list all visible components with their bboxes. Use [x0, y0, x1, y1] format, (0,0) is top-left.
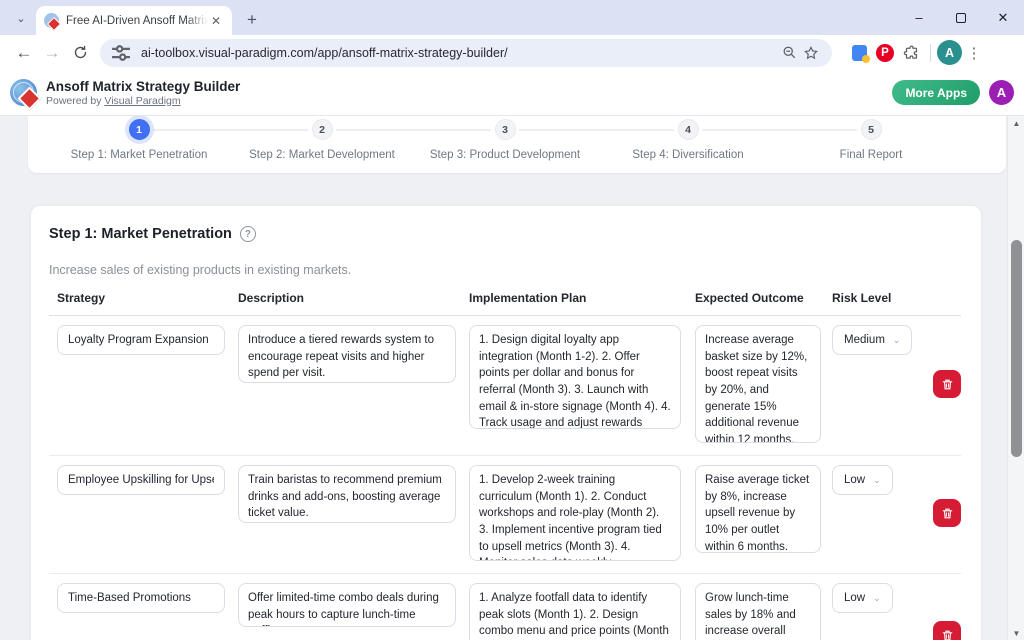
- browser-profile-avatar[interactable]: A: [937, 40, 962, 65]
- extensions-puzzle-icon[interactable]: [898, 40, 924, 66]
- app-user-avatar[interactable]: A: [989, 80, 1014, 105]
- table-header-row: Strategy Description Implementation Plan…: [49, 291, 961, 316]
- forward-button[interactable]: →: [38, 39, 66, 67]
- description-textarea[interactable]: Introduce a tiered rewards system to enc…: [238, 325, 456, 383]
- page-content: 1 Step 1: Market Penetration 2 Step 2: M…: [0, 116, 1024, 640]
- outcome-textarea[interactable]: Increase average basket size by 12%, boo…: [695, 325, 821, 443]
- chevron-down-icon: ⌄: [16, 12, 25, 25]
- description-textarea[interactable]: Offer limited-time combo deals during pe…: [238, 583, 456, 627]
- visual-paradigm-logo-icon: [10, 79, 37, 106]
- scrollbar-thumb[interactable]: [1011, 240, 1022, 457]
- bookmark-star-icon[interactable]: [800, 42, 822, 64]
- trash-icon: [941, 507, 954, 520]
- section-heading: Step 1: Market Penetration: [49, 226, 232, 242]
- implementation-textarea[interactable]: 1. Design digital loyalty app integratio…: [469, 325, 681, 429]
- strategy-input[interactable]: [57, 325, 225, 355]
- tab-title: Free AI-Driven Ansoff Matrix St: [66, 15, 208, 27]
- trash-icon: [941, 629, 954, 640]
- delete-row-button[interactable]: [933, 621, 961, 640]
- stepper-step-2[interactable]: 2 Step 2: Market Development: [222, 119, 422, 161]
- outcome-textarea[interactable]: Grow lunch-time sales by 18% and increas…: [695, 583, 821, 640]
- table-row: Offer limited-time combo deals during pe…: [49, 574, 961, 640]
- section-subtitle: Increase sales of existing products in e…: [49, 263, 963, 277]
- table-row: Train baristas to recommend premium drin…: [49, 456, 961, 574]
- delete-row-button[interactable]: [933, 370, 961, 398]
- window-controls: – ✕: [898, 0, 1024, 35]
- browser-titlebar: ⌄ Free AI-Driven Ansoff Matrix St ✕ + – …: [0, 0, 1024, 35]
- risk-level-value: Low: [844, 592, 865, 604]
- browser-tab[interactable]: Free AI-Driven Ansoff Matrix St ✕: [36, 6, 232, 35]
- column-header-risk: Risk Level: [824, 291, 922, 305]
- stepper-step-4[interactable]: 4 Step 4: Diversification: [588, 119, 788, 161]
- step-circle[interactable]: 2: [312, 119, 333, 140]
- tune-icon[interactable]: [110, 42, 132, 64]
- window-close-button[interactable]: ✕: [982, 0, 1024, 35]
- column-header-description: Description: [230, 291, 461, 305]
- column-header-strategy: Strategy: [49, 291, 230, 305]
- stepper-step-3[interactable]: 3 Step 3: Product Development: [405, 119, 605, 161]
- risk-level-value: Medium: [844, 334, 885, 346]
- zoom-out-icon[interactable]: [778, 42, 800, 64]
- docs-extension-icon[interactable]: [846, 40, 872, 66]
- risk-level-select[interactable]: Low ⌄: [832, 465, 893, 495]
- page-scrollbar[interactable]: ▲ ▼: [1007, 116, 1024, 640]
- new-tab-button[interactable]: +: [240, 8, 264, 32]
- window-minimize-button[interactable]: –: [898, 0, 940, 35]
- address-bar[interactable]: ai-toolbox.visual-paradigm.com/app/ansof…: [100, 39, 832, 67]
- stepper: 1 Step 1: Market Penetration 2 Step 2: M…: [28, 116, 1006, 173]
- step-label: Step 2: Market Development: [222, 149, 422, 161]
- chevron-down-icon: ⌄: [893, 335, 901, 346]
- step1-card: Step 1: Market Penetration ? Increase sa…: [30, 205, 982, 640]
- powered-by-text: Powered by Visual Paradigm: [46, 95, 240, 107]
- table-row: Introduce a tiered rewards system to enc…: [49, 316, 961, 456]
- trash-icon: [941, 378, 954, 391]
- scroll-down-arrow-icon[interactable]: ▼: [1008, 626, 1024, 640]
- strategy-input[interactable]: [57, 583, 225, 613]
- visual-paradigm-link[interactable]: Visual Paradigm: [104, 95, 180, 107]
- refresh-button[interactable]: [66, 39, 94, 67]
- delete-row-button[interactable]: [933, 499, 961, 527]
- strategy-table: Strategy Description Implementation Plan…: [49, 291, 961, 640]
- maximize-icon: [956, 13, 966, 23]
- more-apps-button[interactable]: More Apps: [892, 80, 980, 105]
- tab-list-chevron-button[interactable]: ⌄: [8, 7, 34, 29]
- implementation-textarea[interactable]: 1. Analyze footfall data to identify pea…: [469, 583, 681, 640]
- risk-level-select[interactable]: Low ⌄: [832, 583, 893, 613]
- implementation-textarea[interactable]: 1. Develop 2-week training curriculum (M…: [469, 465, 681, 561]
- browser-menu-kebab-icon[interactable]: ⋮: [962, 44, 986, 62]
- description-textarea[interactable]: Train baristas to recommend premium drin…: [238, 465, 456, 523]
- risk-level-select[interactable]: Medium ⌄: [832, 325, 912, 355]
- column-header-outcome: Expected Outcome: [687, 291, 824, 305]
- help-icon[interactable]: ?: [240, 226, 256, 242]
- step-circle[interactable]: 3: [495, 119, 516, 140]
- step-label: Step 3: Product Development: [405, 149, 605, 161]
- chevron-down-icon: ⌄: [873, 475, 881, 486]
- chevron-down-icon: ⌄: [873, 593, 881, 604]
- refresh-icon: [73, 45, 88, 60]
- step-circle[interactable]: 4: [678, 119, 699, 140]
- window-maximize-button[interactable]: [940, 0, 982, 35]
- tab-close-icon[interactable]: ✕: [208, 13, 224, 29]
- back-button[interactable]: ←: [10, 39, 38, 67]
- browser-toolbar: ← → ai-toolbox.visual-paradigm.com/app/a…: [0, 35, 1024, 70]
- visual-paradigm-favicon-icon: [44, 13, 59, 28]
- step-circle[interactable]: 5: [861, 119, 882, 140]
- step-label: Step 4: Diversification: [588, 149, 788, 161]
- stepper-step-1[interactable]: 1 Step 1: Market Penetration: [39, 119, 239, 161]
- stepper-step-5[interactable]: 5 Final Report: [771, 119, 971, 161]
- toolbar-divider: [930, 44, 931, 62]
- app-header: Ansoff Matrix Strategy Builder Powered b…: [0, 70, 1024, 116]
- outcome-textarea[interactable]: Raise average ticket by 8%, increase ups…: [695, 465, 821, 553]
- pinterest-extension-icon[interactable]: P: [872, 40, 898, 66]
- risk-level-value: Low: [844, 474, 865, 486]
- column-header-implementation: Implementation Plan: [461, 291, 687, 305]
- strategy-input[interactable]: [57, 465, 225, 495]
- step-label: Step 1: Market Penetration: [39, 149, 239, 161]
- scroll-up-arrow-icon[interactable]: ▲: [1008, 116, 1024, 130]
- url-text[interactable]: ai-toolbox.visual-paradigm.com/app/ansof…: [141, 46, 778, 60]
- step-label: Final Report: [771, 149, 971, 161]
- step-circle[interactable]: 1: [129, 119, 150, 140]
- app-title: Ansoff Matrix Strategy Builder: [46, 79, 240, 94]
